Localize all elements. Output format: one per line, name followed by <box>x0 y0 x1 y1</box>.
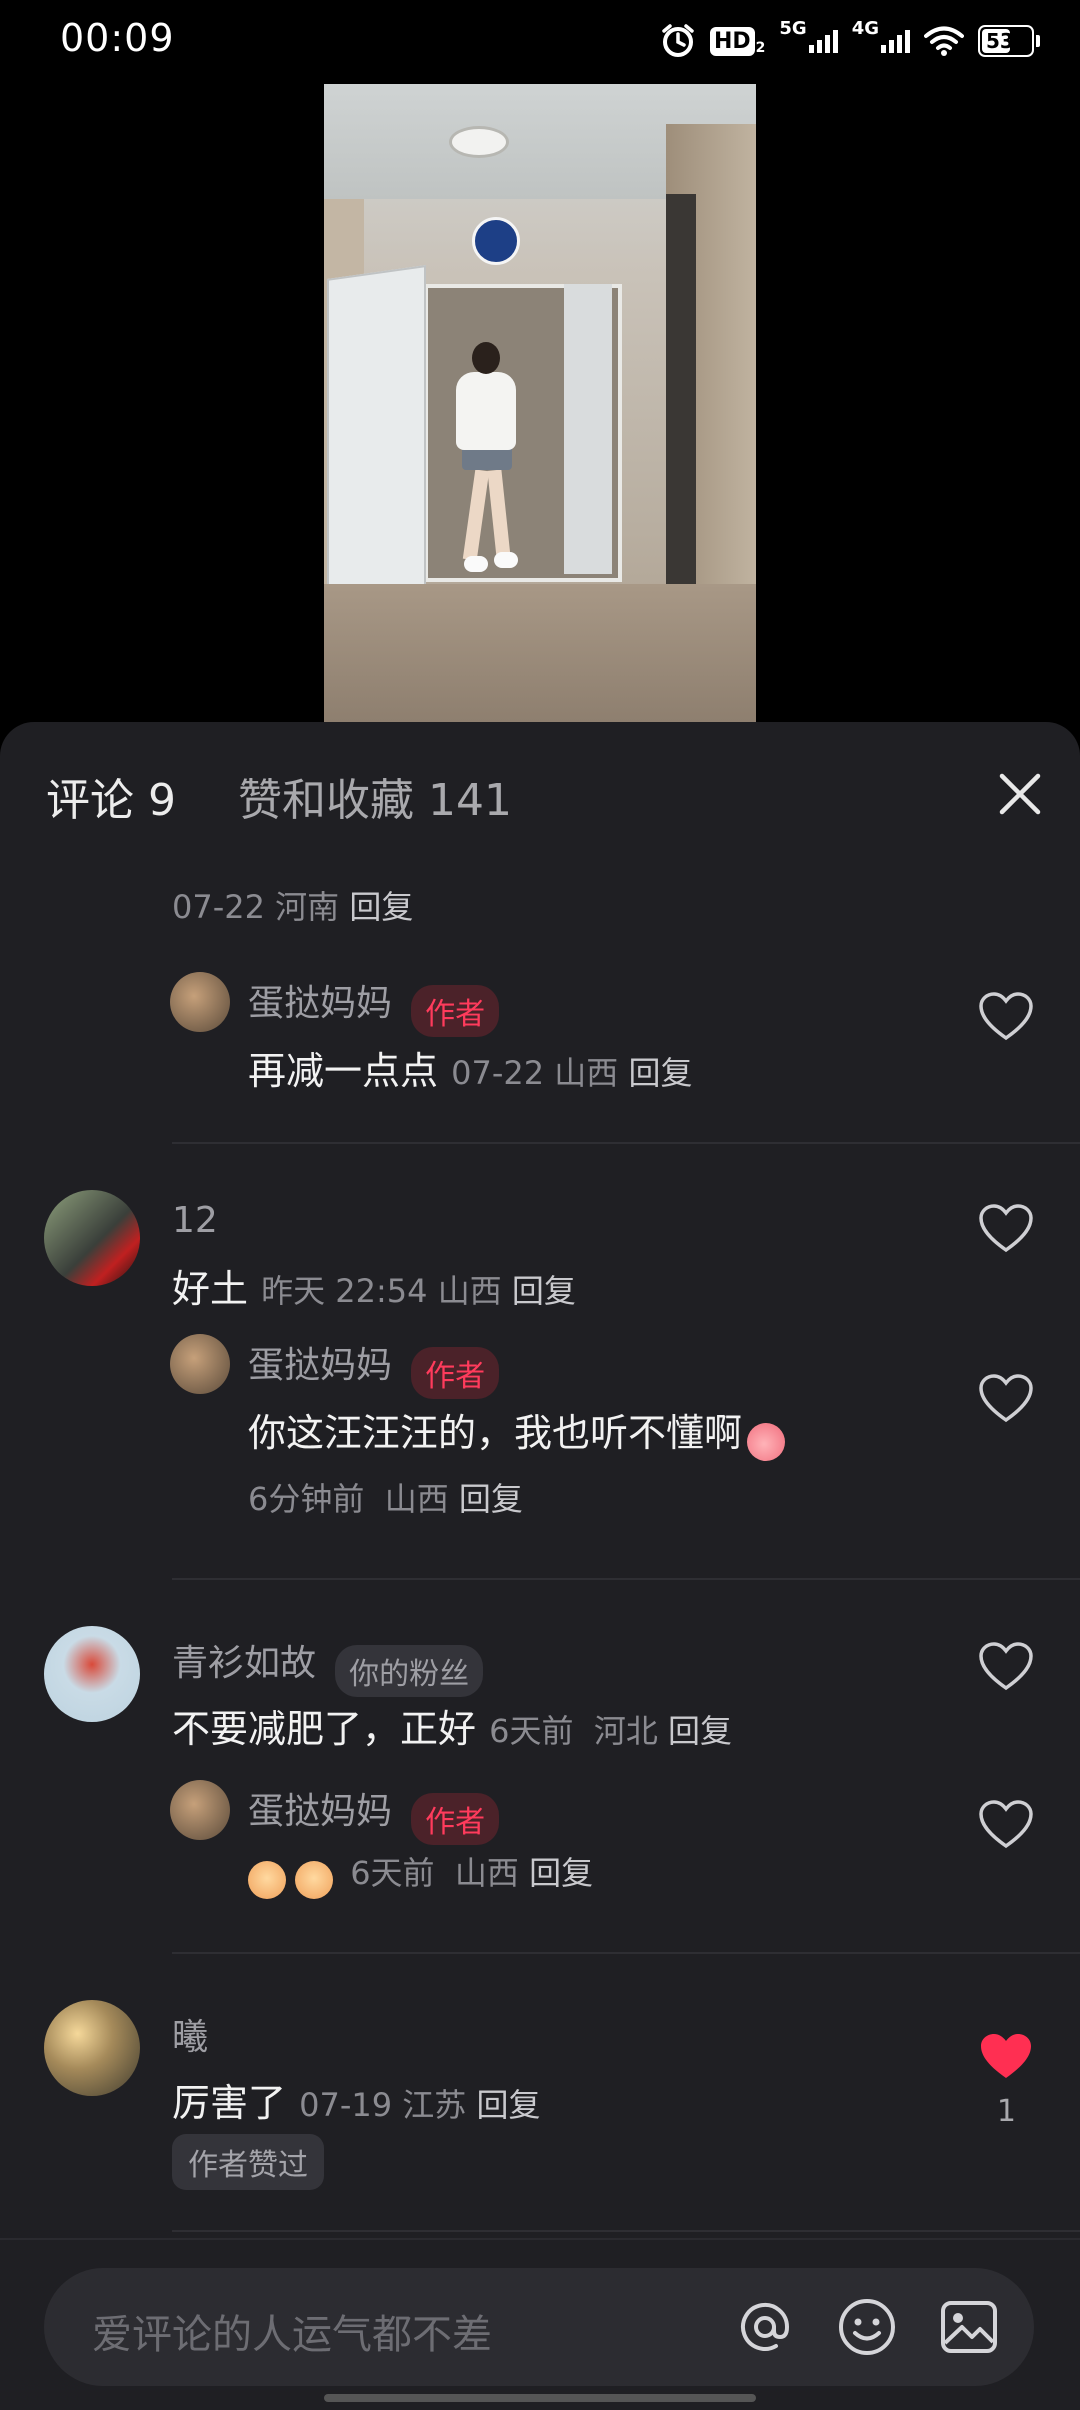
heart-outline-icon[interactable] <box>978 1642 1034 1692</box>
avatar[interactable] <box>44 1190 140 1286</box>
comment-author[interactable]: 曦 <box>172 2008 208 2060</box>
comment-panel: 评论 9 赞和收藏 141 07-22 河南 回复 蛋挞妈妈 作者 再减一点点 … <box>0 722 1080 2408</box>
comment-author[interactable]: 蛋挞妈妈 <box>248 983 392 1024</box>
signal-4g-icon: 4G <box>852 18 910 53</box>
hd-badge: HD 2 <box>709 26 765 56</box>
signal-5g-icon: 5G <box>779 18 838 53</box>
comment-text[interactable]: 厉害了 <box>172 2081 286 2125</box>
comment-author[interactable]: 蛋挞妈妈 <box>248 1791 392 1832</box>
heart-outline-icon[interactable] <box>978 1204 1034 1254</box>
reply-button[interactable]: 回复 <box>512 1272 576 1310</box>
reply-button[interactable]: 回复 <box>529 1854 593 1892</box>
crying-emoji-icon <box>295 1860 334 1899</box>
reply-button[interactable]: 回复 <box>668 1712 732 1750</box>
avatar[interactable] <box>170 972 230 1032</box>
comment-text[interactable]: 你这汪汪汪的，我也听不懂啊 <box>248 1411 742 1455</box>
status-bar: 00:09 HD 2 5G 4G 53 <box>0 0 1080 80</box>
fan-tag: 你的粉丝 <box>335 1644 484 1697</box>
reply-button[interactable]: 回复 <box>459 1480 523 1518</box>
comment-text[interactable]: 再减一点点 <box>248 1049 438 1093</box>
author-tag: 作者 <box>411 1792 500 1845</box>
input-placeholder[interactable]: 爱评论的人运气都不差 <box>92 2302 492 2360</box>
avatar[interactable] <box>170 1334 230 1394</box>
avatar[interactable] <box>44 2000 140 2096</box>
author-tag: 作者 <box>411 984 500 1037</box>
avatar[interactable] <box>170 1780 230 1840</box>
heart-outline-icon[interactable] <box>978 1800 1034 1850</box>
ceiling-lamp <box>449 126 509 158</box>
comment-text[interactable]: 好土 <box>172 1267 248 1311</box>
close-icon[interactable] <box>990 764 1050 824</box>
comment-author[interactable]: 蛋挞妈妈 <box>248 1345 392 1386</box>
video-preview[interactable] <box>324 84 756 722</box>
heart-filled-icon[interactable] <box>978 2032 1034 2082</box>
alarm-icon <box>662 24 694 57</box>
reply-button[interactable]: 回复 <box>349 888 413 926</box>
blush-emoji-icon <box>747 1422 786 1461</box>
comment-text[interactable]: 不要减肥了，正好 <box>172 1707 476 1751</box>
avatar[interactable] <box>44 1626 140 1722</box>
author-liked-badge: 作者赞过 <box>172 2134 324 2190</box>
comment-author[interactable]: 青衫如故 <box>172 1643 316 1684</box>
battery-icon: 53 <box>978 25 1040 57</box>
reply-button[interactable]: 回复 <box>628 1054 692 1092</box>
home-indicator <box>324 2394 756 2402</box>
heart-outline-icon[interactable] <box>978 992 1034 1042</box>
comment-input-bar: 爱评论的人运气都不差 <box>0 2238 1080 2410</box>
status-time: 00:09 <box>60 16 175 60</box>
tab-likes[interactable]: 赞和收藏 141 <box>238 764 512 828</box>
panel-header: 评论 9 赞和收藏 141 <box>0 722 1080 862</box>
tab-comments[interactable]: 评论 9 <box>46 764 176 828</box>
author-tag: 作者 <box>411 1346 500 1399</box>
comment-author[interactable]: 12 <box>172 1200 218 1241</box>
status-icons: HD 2 5G 4G 53 <box>660 18 1040 64</box>
like-count: 1 <box>996 2094 1016 2129</box>
comment-input[interactable]: 爱评论的人运气都不差 <box>44 2268 1034 2386</box>
heart-outline-icon[interactable] <box>978 1374 1034 1424</box>
reply-button[interactable]: 回复 <box>476 2086 540 2124</box>
floor-sign <box>472 217 520 265</box>
wifi-icon <box>924 26 964 56</box>
image-icon[interactable] <box>936 2294 1002 2360</box>
emoji-icon[interactable] <box>834 2294 900 2360</box>
crying-emoji-icon <box>248 1860 286 1899</box>
at-icon[interactable] <box>732 2294 798 2360</box>
